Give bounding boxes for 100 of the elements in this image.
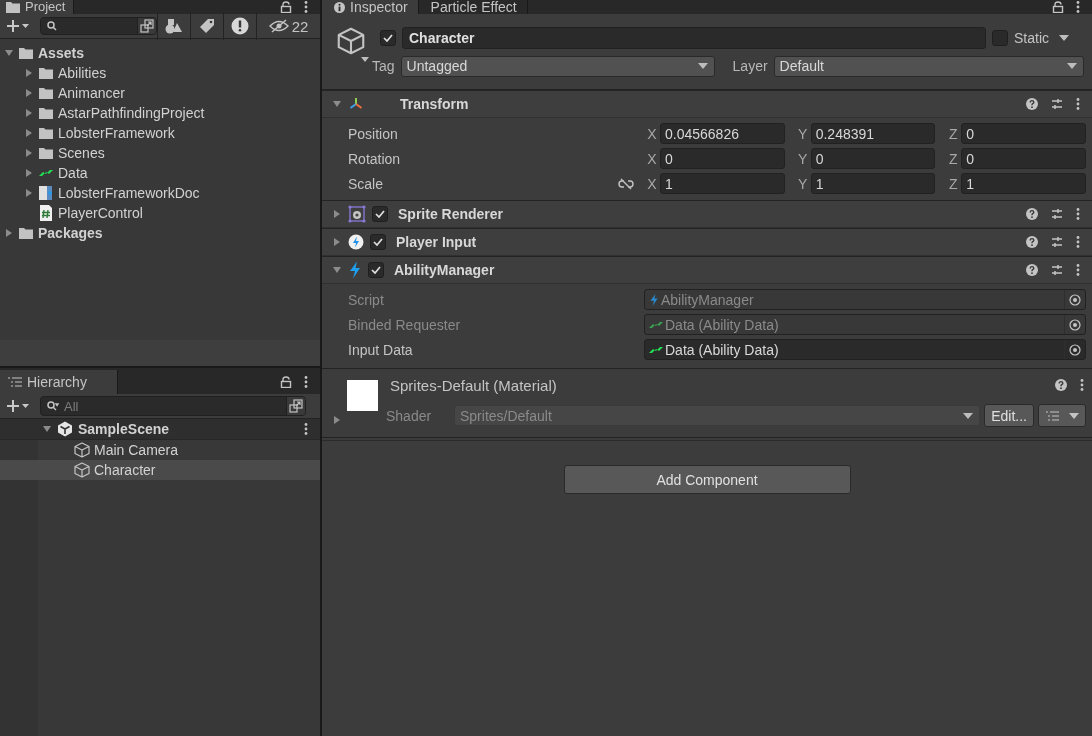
more-options-icon[interactable] [1080,379,1084,391]
expand-arrow-icon[interactable] [332,265,342,275]
plus-dropdown-icon[interactable] [6,19,30,33]
list-menu-button[interactable] [1038,404,1086,427]
settings-sliders-icon[interactable] [1051,264,1063,276]
more-options-icon[interactable] [1076,236,1080,248]
object-picker-icon[interactable] [1069,318,1081,331]
help-icon[interactable] [1026,264,1038,276]
search-icon[interactable] [47,401,59,411]
more-options-icon[interactable] [304,376,308,388]
expand-arrow-icon[interactable] [24,68,34,78]
tree-item[interactable]: Assets [0,43,320,63]
expand-arrow-icon[interactable] [4,228,14,238]
number-field[interactable]: 0 [961,148,1086,169]
component-header[interactable]: AbilityManager [322,256,1092,284]
expand-window-icon[interactable] [140,19,154,33]
number-field[interactable]: 0.248391 [810,123,936,144]
number-field[interactable]: 1 [961,173,1086,194]
inspector-tab[interactable]: Particle Effect [418,0,528,14]
more-options-icon[interactable] [1076,1,1080,13]
component-header[interactable]: Sprite Renderer [322,200,1092,228]
property-label: Binded Requester [348,316,462,333]
number-field[interactable]: 1 [810,173,936,194]
expand-arrow-icon[interactable] [24,108,34,118]
more-options-icon[interactable] [304,1,308,13]
expand-window-icon[interactable] [289,399,303,413]
tree-item[interactable]: Abilities [20,63,320,83]
tree-item[interactable]: PlayerControl [20,203,320,223]
number-field[interactable]: 0 [961,123,1086,144]
expand-arrow-icon[interactable] [24,168,34,178]
number-field[interactable]: 0.04566826 [660,123,785,144]
number-field[interactable]: 1 [660,173,785,194]
help-icon[interactable] [1026,98,1038,110]
expand-arrow-icon[interactable] [24,188,34,198]
object-picker-icon[interactable] [1069,343,1081,356]
expand-arrow-icon[interactable] [24,148,34,158]
panel-tab[interactable]: Hierarchy [0,370,118,394]
expand-arrow-icon[interactable] [332,99,342,109]
expand-arrow-icon[interactable] [332,237,342,247]
add-component-button[interactable]: Add Component [563,465,851,494]
tree-item[interactable]: AstarPathfindingProject [20,103,320,123]
tree-item[interactable]: Animancer [20,83,320,103]
tag-dropdown[interactable]: Untagged [400,55,715,77]
help-icon[interactable] [1026,208,1038,220]
tree-item-label: LobsterFrameworkDoc [58,185,200,201]
settings-sliders-icon[interactable] [1051,98,1063,110]
number-field[interactable]: 0 [660,148,785,169]
scene-row[interactable]: SampleScene [0,419,320,440]
folder-icon [18,46,34,60]
checkbox[interactable] [370,234,386,250]
name-field[interactable]: Character [402,27,986,49]
expand-arrow-icon[interactable] [42,424,52,434]
search-field[interactable]: All [40,396,306,416]
cube-icon [337,27,365,55]
hierarchy-item[interactable]: Main Camera [0,440,320,460]
lock-icon[interactable] [280,376,292,388]
list-dropdown-icon [1045,410,1079,421]
checkbox[interactable] [380,30,396,46]
search-icon [47,21,57,31]
more-options-icon[interactable] [1076,208,1080,220]
component-header[interactable]: Transform [322,90,1092,118]
search-field[interactable] [40,17,157,35]
more-options-icon[interactable] [1076,98,1080,110]
lock-icon[interactable] [280,1,292,13]
dropdown-arrow-icon[interactable] [1059,35,1069,41]
more-options-icon[interactable] [304,423,308,435]
tree-item[interactable]: LobsterFramework [20,123,320,143]
tree-item[interactable]: Packages [0,223,320,243]
dropdown-arrow-icon[interactable] [361,57,369,62]
help-icon[interactable] [1055,379,1067,391]
expand-arrow-icon[interactable] [4,48,14,58]
axis-label: Y [797,125,809,142]
broken-link-icon[interactable] [618,177,634,190]
object-field[interactable]: Data (Ability Data) [644,339,1086,360]
checkbox[interactable] [368,262,384,278]
more-options-icon[interactable] [1076,264,1080,276]
edit-button[interactable]: Edit... [984,404,1034,427]
tree-item-label: Animancer [58,85,125,101]
layer-dropdown[interactable]: Default [773,55,1084,77]
hierarchy-item[interactable]: Character [0,460,320,480]
lock-icon[interactable] [1052,1,1064,13]
expand-arrow-icon[interactable] [332,415,342,425]
expand-arrow-icon[interactable] [332,209,342,219]
checkbox[interactable] [992,30,1008,46]
object-picker-icon[interactable] [1069,293,1081,306]
help-icon[interactable] [1026,236,1038,248]
panel-tab[interactable]: Project [0,0,75,14]
settings-sliders-icon[interactable] [1051,208,1063,220]
component-header[interactable]: Player Input [322,228,1092,256]
layer-label: Layer [732,58,768,74]
settings-sliders-icon[interactable] [1051,236,1063,248]
tree-item[interactable]: Scenes [20,143,320,163]
checkbox[interactable] [372,206,388,222]
inspector-tab[interactable]: Inspector [322,0,419,14]
tree-item[interactable]: LobsterFrameworkDoc [20,183,320,203]
tree-item[interactable]: Data [20,163,320,183]
number-field[interactable]: 0 [810,148,936,169]
plus-dropdown-icon[interactable] [6,399,30,413]
expand-arrow-icon[interactable] [24,128,34,138]
expand-arrow-icon[interactable] [24,88,34,98]
